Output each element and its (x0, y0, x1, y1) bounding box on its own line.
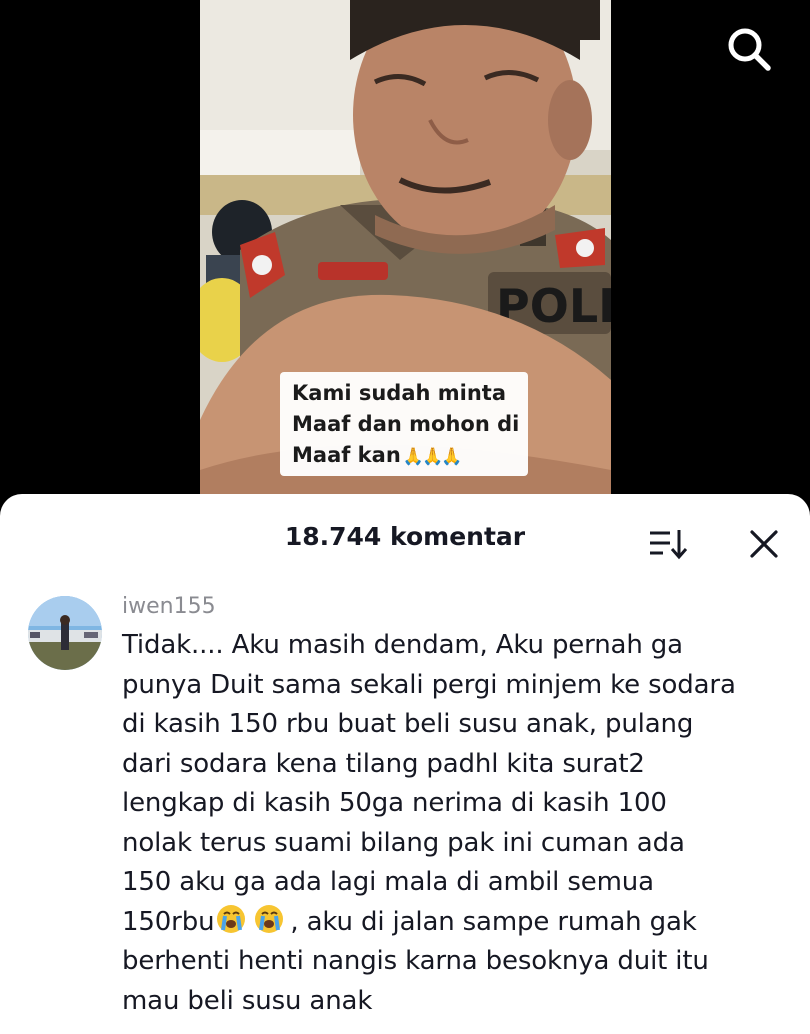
comment-line: nolak terus suami bilang pak ini cuman a… (122, 827, 685, 858)
close-icon[interactable] (744, 524, 784, 564)
comment-line-8-end: , aku di jalan sampe rumah gak (290, 906, 697, 937)
comment-line: berhenti henti nangis karna besoknya dui… (122, 946, 709, 976)
comment-line-8-start: 150rbu (122, 906, 215, 937)
video-caption: Kami sudah minta Maaf dan mohon di Maaf … (280, 372, 528, 476)
comment-line: lengkap di kasih 50ga nerima di kasih 10… (122, 788, 667, 818)
search-icon[interactable] (724, 24, 776, 76)
comment-line: punya Duit sama sekali pergi minjem ke s… (122, 669, 736, 700)
comment-line: 150 aku ga ada lagi mala di ambil semua (122, 867, 654, 897)
sort-icon[interactable] (646, 524, 690, 564)
comment-line: Tidak.... Aku masih dendam, Aku pernah g… (122, 630, 683, 660)
avatar-image (28, 596, 102, 670)
comment-username[interactable]: iwen155 (122, 594, 216, 619)
caption-line-2: Maaf dan mohon di (292, 412, 520, 436)
video-player[interactable]: POLI Kami sudah minta Maaf dan mohon di … (0, 0, 810, 520)
crying-face-icon (255, 904, 284, 933)
caption-line-3: Maaf kan 🙏🙏🙏 (292, 443, 462, 467)
crying-face-icon (217, 904, 246, 933)
comment-line: 150rbu , aku di jalan sampe rumah gak (122, 903, 802, 943)
comment-text: Tidak.... Aku masih dendam, Aku pernah g… (122, 626, 802, 1021)
comments-sheet: 18.744 komentar iwen155 Tidak.... Aku ma… (0, 494, 810, 1034)
praying-hands-icon: 🙏🙏🙏 (402, 447, 462, 467)
comment-line: di kasih 150 rbu buat beli susu anak, pu… (122, 709, 694, 739)
caption-line-1: Kami sudah minta (292, 381, 506, 405)
avatar[interactable] (28, 596, 102, 670)
comment-line: dari sodara kena tilang padhl kita surat… (122, 748, 645, 779)
comment-line: mau beli susu anak (122, 985, 373, 1016)
caption-line-3-text: Maaf kan (292, 443, 401, 467)
